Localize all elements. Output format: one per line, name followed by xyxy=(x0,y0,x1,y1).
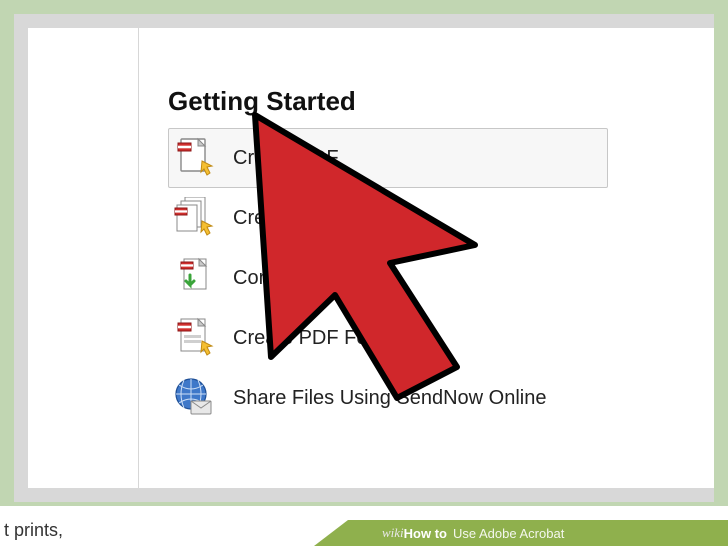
item-create-pdf-form[interactable]: Create PDF Form xyxy=(168,308,608,368)
item-label: Create PDF Form xyxy=(233,327,391,350)
getting-started-list: Create PDF Create PDF Po xyxy=(168,128,608,428)
item-label: Combine Files into xyxy=(233,267,399,290)
brand-howto: How to xyxy=(404,526,447,541)
item-combine-files[interactable]: Combine Files into xyxy=(168,248,608,308)
article-title: Use Adobe Acrobat xyxy=(453,526,564,541)
section-heading: Getting Started xyxy=(168,86,356,117)
footer-area: t prints, wikiHow to Use Adobe Acrobat xyxy=(0,502,728,546)
acrobat-window: Getting Started Create PDF xyxy=(14,14,714,502)
combine-files-icon xyxy=(173,257,215,299)
item-create-pdf[interactable]: Create PDF xyxy=(168,128,608,188)
item-label: Create PDF xyxy=(233,147,339,170)
item-label: Share Files Using SendNow Online xyxy=(233,387,547,410)
wikihow-caption: wikiHow to Use Adobe Acrobat xyxy=(348,520,728,546)
truncated-text: t prints, xyxy=(4,520,63,541)
create-pdf-portfolio-icon xyxy=(173,197,215,239)
item-create-pdf-portfolio[interactable]: Create PDF Po xyxy=(168,188,608,248)
brand-wiki: wiki xyxy=(382,525,404,541)
create-pdf-icon xyxy=(173,137,215,179)
item-share-sendnow[interactable]: Share Files Using SendNow Online xyxy=(168,368,608,428)
share-sendnow-icon xyxy=(173,377,215,419)
left-gutter xyxy=(28,28,139,488)
welcome-panel: Getting Started Create PDF xyxy=(28,28,714,488)
create-pdf-form-icon xyxy=(173,317,215,359)
item-label: Create PDF Po xyxy=(233,207,369,230)
stage: Getting Started Create PDF xyxy=(0,0,728,546)
